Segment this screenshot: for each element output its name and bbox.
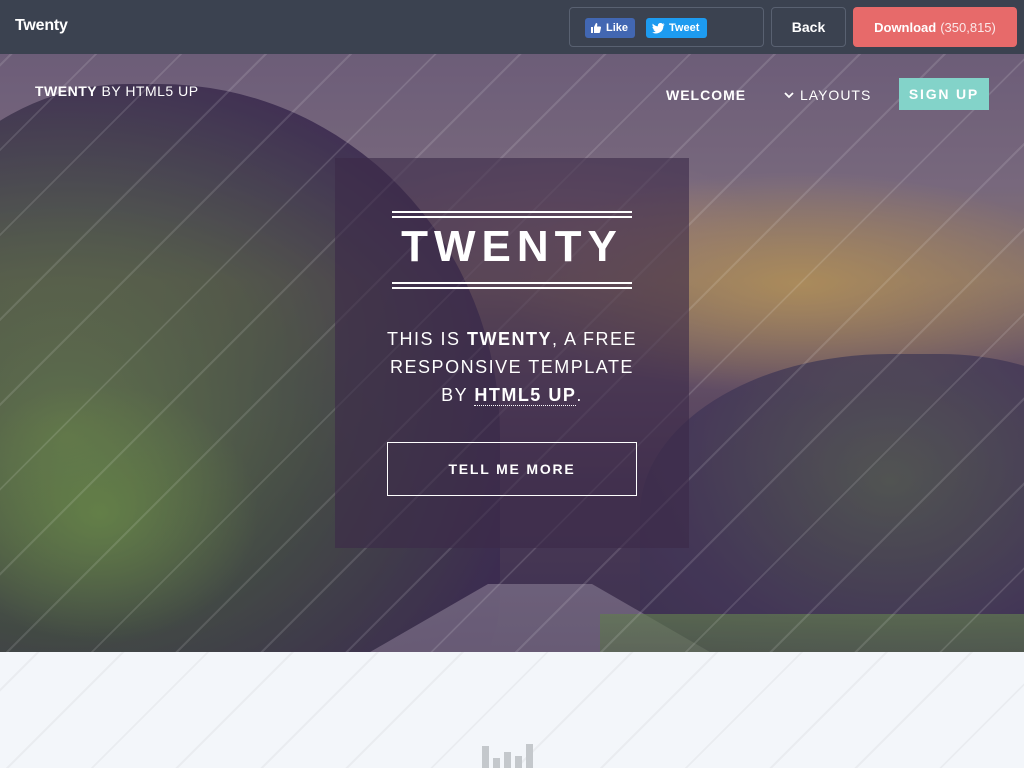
title-rule-top-1: [392, 211, 632, 213]
social-buttons: Like Tweet: [569, 7, 764, 47]
title-rule-bottom-2: [392, 287, 632, 289]
bar-chart-icon: [482, 744, 533, 768]
hero-title: TWENTY: [401, 222, 623, 271]
tagline-part-2: , A FREE: [551, 329, 638, 349]
hero-banner: TWENTY BY HTML5 UP WELCOME LAYOUTS SIGN …: [0, 54, 1024, 652]
facebook-thumb-icon: [591, 23, 602, 33]
title-rule-top-2: [392, 216, 632, 218]
content-section: [0, 652, 1024, 768]
tagline-part-1: THIS IS: [386, 329, 467, 349]
site-logo-bold: TWENTY: [35, 83, 98, 99]
back-button[interactable]: Back: [771, 7, 846, 47]
site-logo-rest: BY HTML5 UP: [101, 83, 199, 99]
nav-welcome[interactable]: WELCOME: [666, 87, 746, 103]
nav-layouts[interactable]: LAYOUTS: [784, 87, 871, 103]
html5up-link[interactable]: HTML5 UP: [474, 385, 577, 406]
preview-topbar: Twenty Like Tweet Back Download (350,815…: [0, 0, 1024, 54]
nav-layouts-label: LAYOUTS: [800, 87, 872, 103]
download-button[interactable]: Download (350,815): [853, 7, 1017, 47]
twitter-bird-icon: [652, 22, 665, 33]
site-logo[interactable]: TWENTY BY HTML5 UP: [35, 83, 199, 99]
tagline-bold: TWENTY: [466, 329, 552, 349]
download-label: Download: [874, 19, 937, 35]
tagline-part-4: BY: [441, 385, 475, 405]
facebook-like-label: Like: [606, 22, 629, 34]
title-rule-bottom-1: [392, 282, 632, 284]
hero-card: TWENTY THIS IS TWENTY, A FREE RESPONSIVE…: [335, 158, 689, 548]
tell-me-more-button[interactable]: TELL ME MORE: [387, 442, 637, 496]
signup-button[interactable]: SIGN UP: [899, 78, 989, 110]
preview-title: Twenty: [15, 17, 68, 34]
tagline-part-3: RESPONSIVE TEMPLATE: [390, 357, 634, 377]
tagline-end: .: [576, 385, 583, 405]
hero-tagline: THIS IS TWENTY, A FREE RESPONSIVE TEMPLA…: [335, 325, 689, 409]
facebook-like-button[interactable]: Like: [585, 18, 636, 38]
twitter-tweet-label: Tweet: [669, 22, 700, 34]
chevron-down-icon: [784, 91, 794, 98]
twitter-tweet-button[interactable]: Tweet: [646, 18, 708, 38]
download-count: (350,815): [940, 19, 996, 35]
